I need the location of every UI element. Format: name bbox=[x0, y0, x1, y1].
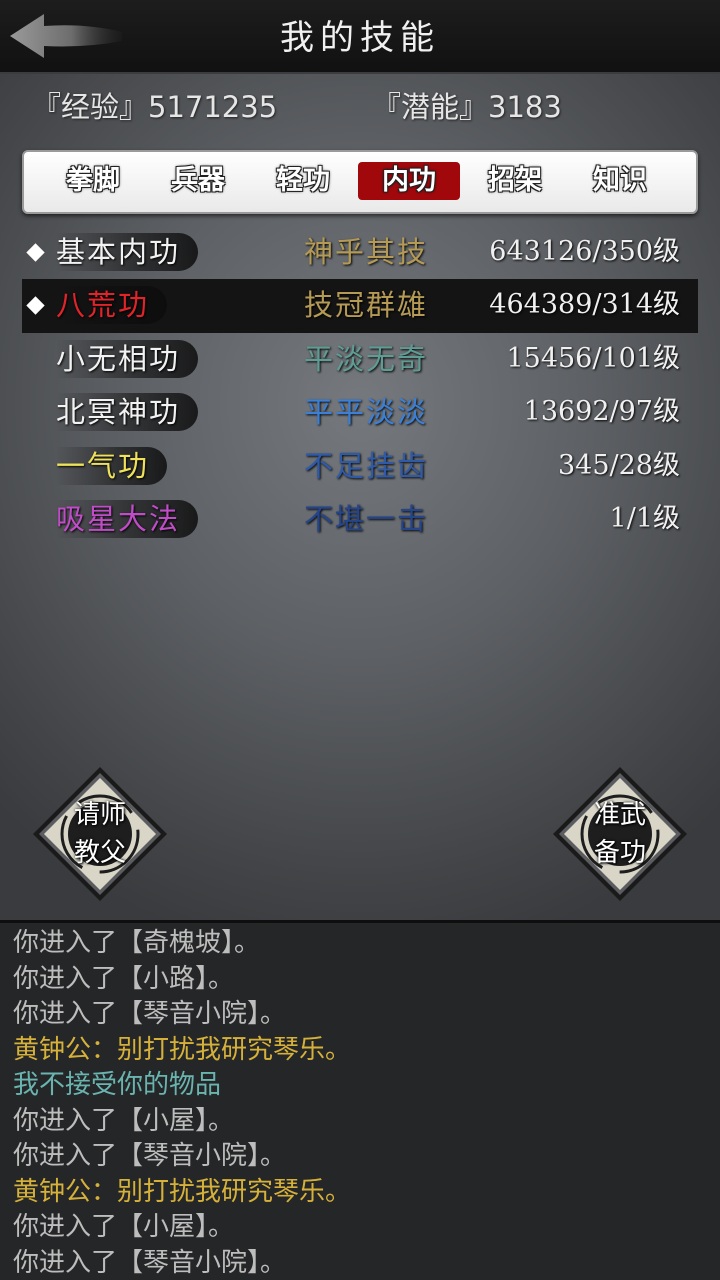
stats-bar: 『经验』5171235 『潜能』3183 bbox=[0, 74, 720, 144]
ask-master-label-line2: 教父 bbox=[73, 838, 126, 868]
skill-name: 吸星大法 bbox=[56, 499, 199, 538]
skill-level: 15456/101级 bbox=[506, 342, 680, 374]
equipped-marker-icon bbox=[26, 296, 45, 316]
tab-knowledge[interactable]: 知识 bbox=[569, 162, 671, 200]
skill-row[interactable]: 北冥神功 平平淡淡 13692/97级 bbox=[22, 386, 698, 439]
log-line: 黄钟公：别打扰我研究琴乐。 bbox=[13, 1034, 352, 1065]
skill-category-tabs: 拳脚 兵器 轻功 内功 招架 知识 bbox=[22, 150, 698, 214]
skill-level: 345/28级 bbox=[558, 449, 680, 481]
equipped-marker-icon bbox=[26, 243, 45, 262]
prepare-skill-button[interactable]: 准武 备功 bbox=[550, 764, 690, 904]
skill-row[interactable]: 八荒功 技冠群雄 464389/314级 bbox=[22, 279, 698, 333]
message-log[interactable]: 你进入了【奇槐坡】。 你进入了【小路】。 你进入了【琴音小院】。 黄钟公：别打扰… bbox=[0, 920, 720, 1280]
tab-internal[interactable]: 内功 bbox=[358, 162, 460, 200]
skill-grade: 技冠群雄 bbox=[304, 288, 429, 323]
skill-row[interactable]: 一气功 不足挂齿 345/28级 bbox=[22, 440, 698, 493]
prepare-label-line2: 备功 bbox=[593, 838, 646, 868]
log-line: 你进入了【小屋】。 bbox=[13, 1212, 235, 1242]
ask-master-label-line1: 请师 bbox=[73, 800, 126, 830]
log-line: 你进入了【琴音小院】。 bbox=[13, 999, 287, 1029]
header-bar: 我的技能 bbox=[0, 0, 720, 74]
skill-grade: 平淡无奇 bbox=[304, 341, 429, 376]
log-line: 你进入了【奇槐坡】。 bbox=[13, 928, 261, 958]
skill-level: 13692/97级 bbox=[523, 396, 680, 428]
experience-stat: 『经验』5171235 bbox=[32, 90, 278, 124]
skill-name: 基本内功 bbox=[56, 233, 199, 271]
skill-grade: 平平淡淡 bbox=[304, 395, 429, 430]
skill-name: 一气功 bbox=[56, 446, 168, 485]
skills-panel: 『经验』5171235 『潜能』3183 拳脚 兵器 轻功 内功 招架 知识 基… bbox=[0, 74, 720, 920]
skill-level: 464389/314级 bbox=[489, 289, 680, 321]
skill-grade: 不堪一击 bbox=[304, 501, 429, 536]
log-line: 你进入了【小屋】。 bbox=[13, 1105, 235, 1136]
skill-list: 基本内功 神乎其技 643126/350级 八荒功 技冠群雄 464389/31… bbox=[22, 226, 698, 546]
log-line: 你进入了【琴音小院】。 bbox=[13, 1247, 287, 1278]
log-line: 我不接受你的物品 bbox=[13, 1070, 222, 1100]
log-line: 黄钟公：别打扰我研究琴乐。 bbox=[13, 1176, 352, 1207]
skill-grade: 神乎其技 bbox=[304, 235, 429, 269]
skill-row[interactable]: 小无相功 平淡无奇 15456/101级 bbox=[22, 333, 698, 386]
tab-weapon[interactable]: 兵器 bbox=[147, 162, 249, 200]
prepare-label-line1: 准武 bbox=[593, 800, 646, 830]
arrow-left-icon bbox=[10, 14, 122, 58]
skill-name: 小无相功 bbox=[56, 339, 199, 378]
back-button[interactable] bbox=[6, 10, 124, 62]
skill-grade: 不足挂齿 bbox=[304, 448, 429, 483]
log-line: 你进入了【小路】。 bbox=[13, 963, 235, 994]
skill-level: 1/1级 bbox=[609, 502, 680, 534]
skill-row[interactable]: 吸星大法 不堪一击 1/1级 bbox=[22, 493, 698, 546]
tab-lightness[interactable]: 轻功 bbox=[252, 162, 354, 200]
ask-master-button[interactable]: 请师 教父 bbox=[30, 764, 170, 904]
tab-fist[interactable]: 拳脚 bbox=[42, 162, 144, 200]
log-line: 你进入了【琴音小院】。 bbox=[13, 1141, 287, 1171]
skills-screen: 我的技能 『经验』5171235 『潜能』3183 拳脚 兵器 轻功 内功 招架… bbox=[0, 0, 720, 1280]
skill-name: 北冥神功 bbox=[56, 393, 199, 432]
skill-name: 八荒功 bbox=[56, 286, 168, 325]
potential-stat: 『潜能』3183 bbox=[372, 90, 562, 124]
tab-parry[interactable]: 招架 bbox=[464, 162, 566, 200]
skill-level: 643126/350级 bbox=[489, 236, 680, 267]
skill-row[interactable]: 基本内功 神乎其技 643126/350级 bbox=[22, 226, 698, 279]
